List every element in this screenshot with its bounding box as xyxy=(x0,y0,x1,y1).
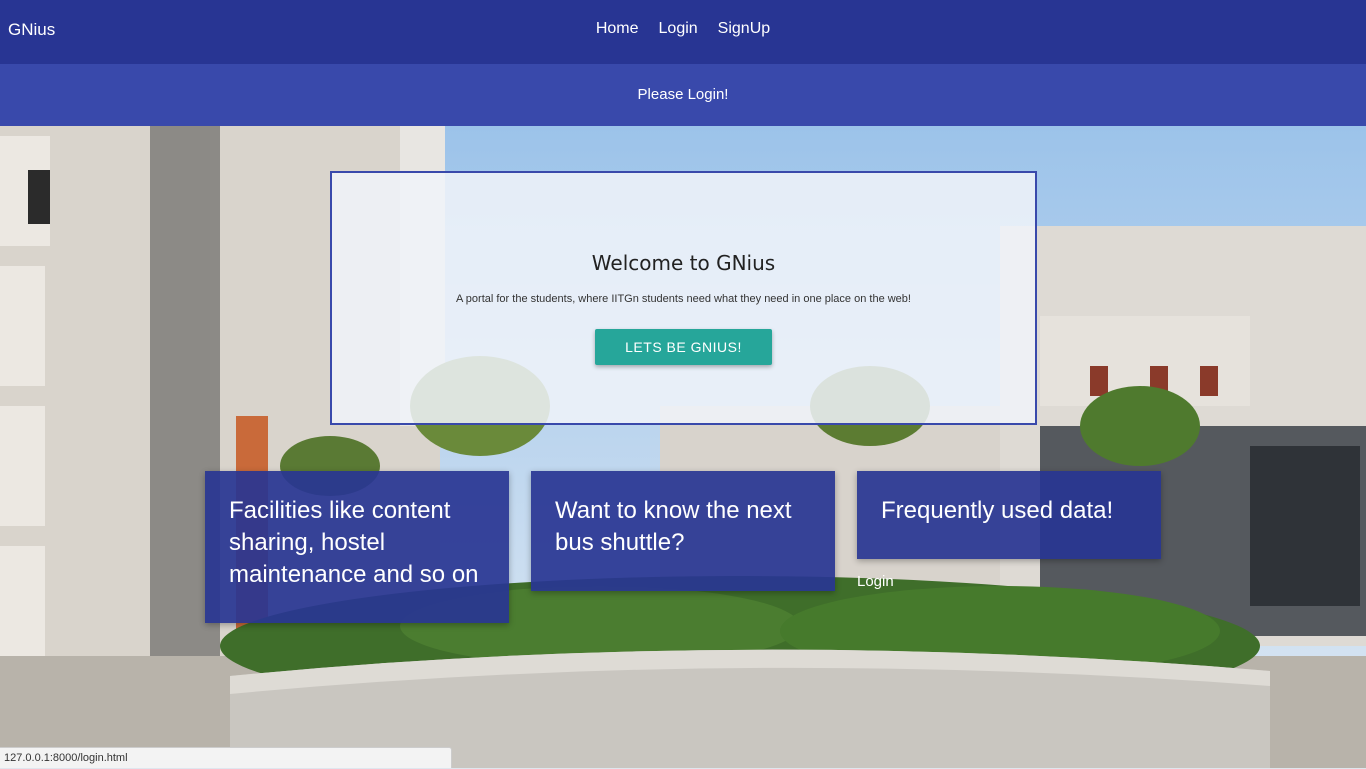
feature-card-bus-shuttle: Want to know the next bus shuttle? xyxy=(531,471,835,591)
nav-login-link[interactable]: Login xyxy=(659,20,698,38)
feature-card-facilities: Facilities like content sharing, hostel … xyxy=(205,471,509,623)
welcome-card: Welcome to GNius A portal for the studen… xyxy=(330,171,1037,425)
browser-status-url: 127.0.0.1:8000/login.html xyxy=(0,747,452,768)
lets-be-gnius-button[interactable]: LETS BE GNIUS! xyxy=(595,329,772,365)
nav-signup-link[interactable]: SignUp xyxy=(718,20,770,38)
card-login-link[interactable]: Login xyxy=(857,573,894,590)
welcome-subtitle: A portal for the students, where IITGn s… xyxy=(456,293,911,305)
welcome-title: Welcome to GNius xyxy=(591,251,776,275)
nav-home-link[interactable]: Home xyxy=(596,20,639,38)
feature-card-frequent-data: Frequently used data! xyxy=(857,471,1161,559)
login-prompt-banner: Please Login! xyxy=(0,64,1366,126)
top-navbar: GNius Home Login SignUp xyxy=(0,0,1366,64)
nav-links: Home Login SignUp xyxy=(0,20,1366,38)
